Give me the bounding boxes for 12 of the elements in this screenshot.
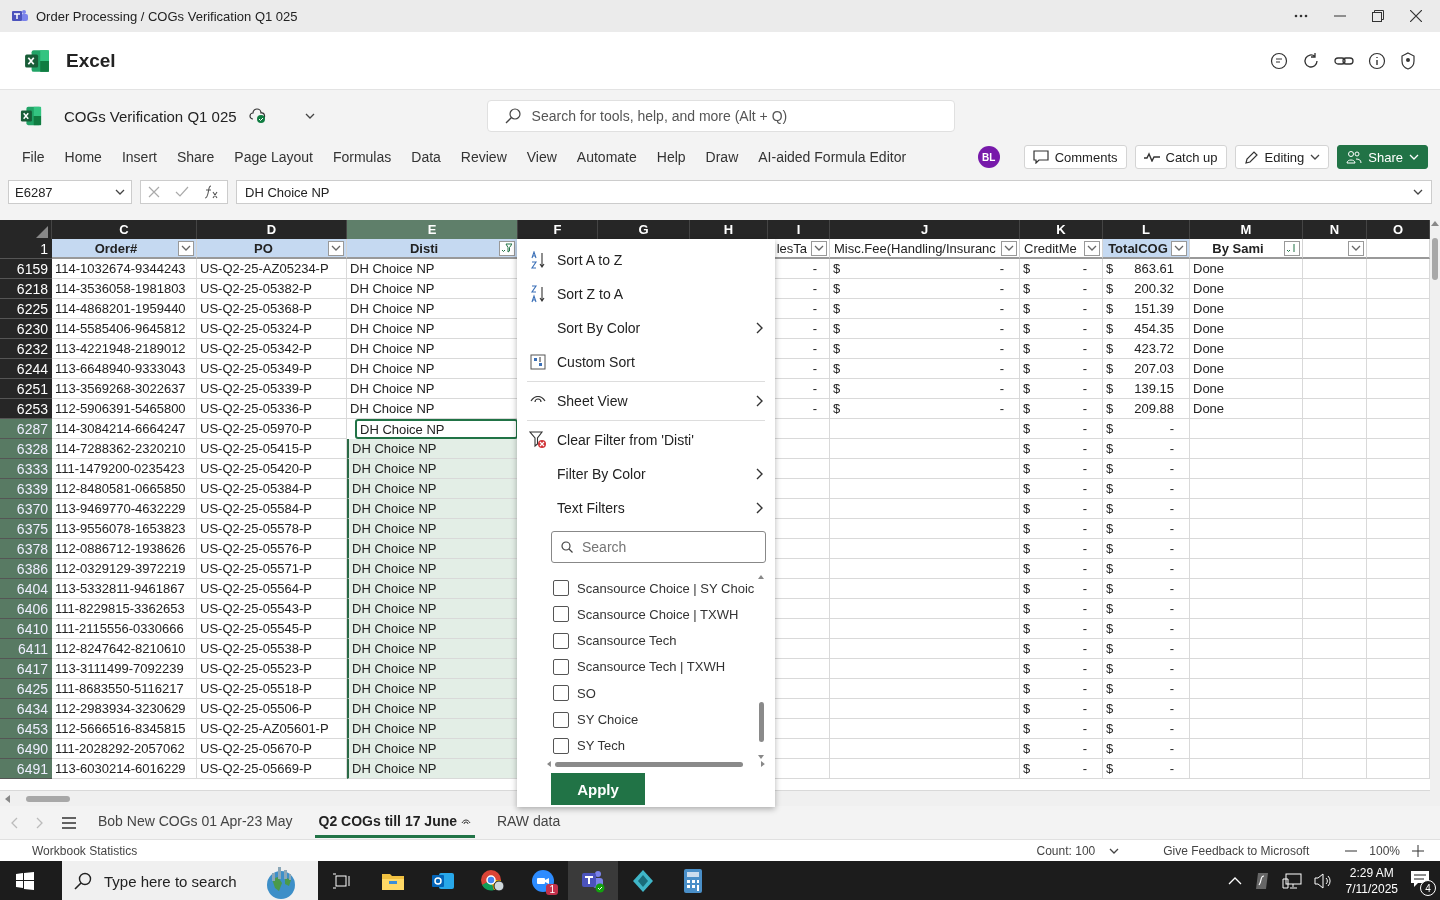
notification-badge: 1	[546, 884, 558, 895]
column-field-label: By Sami	[1211, 240, 1265, 256]
column-field-label: Disti	[408, 240, 440, 256]
column-field-label: Misc.Fee(Handling/Insuranc	[834, 240, 997, 256]
column-field-label: lesTa	[775, 240, 808, 256]
notification-count: 4	[1420, 880, 1436, 896]
column-field-label: CreditMe	[1024, 240, 1078, 256]
app-name: Excel	[66, 49, 116, 72]
window-title: Order Processing / COGs Verification Q1 025	[36, 8, 298, 24]
column-field-label: Order#	[93, 240, 139, 256]
column-field-label: PO	[253, 240, 274, 256]
column-field-label: TotalCOG	[1107, 240, 1169, 256]
